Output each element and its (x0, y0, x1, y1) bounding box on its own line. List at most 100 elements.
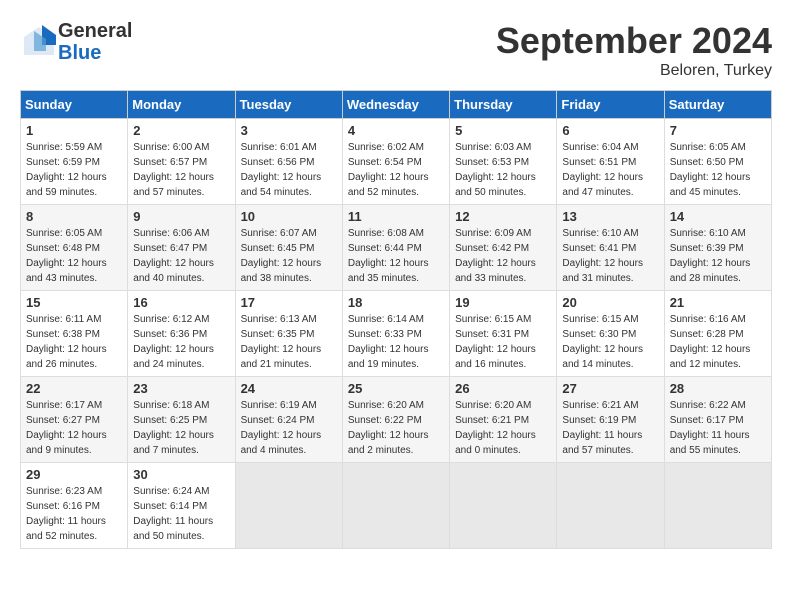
page-header: General Blue September 2024 Beloren, Tur… (20, 20, 772, 80)
table-cell: 13 Sunrise: 6:10 AM Sunset: 6:41 PM Dayli… (557, 205, 664, 291)
calendar-row: 15 Sunrise: 6:11 AM Sunset: 6:38 PM Dayli… (21, 291, 772, 377)
day-info: Sunrise: 6:22 AM Sunset: 6:17 PM Dayligh… (670, 398, 766, 458)
table-cell: 29 Sunrise: 6:23 AM Sunset: 6:16 PM Dayli… (21, 463, 128, 549)
col-saturday: Saturday (664, 91, 771, 119)
col-wednesday: Wednesday (342, 91, 449, 119)
day-number: 29 (26, 467, 122, 482)
calendar-row: 29 Sunrise: 6:23 AM Sunset: 6:16 PM Dayli… (21, 463, 772, 549)
day-info: Sunrise: 6:14 AM Sunset: 6:33 PM Dayligh… (348, 312, 444, 372)
day-number: 28 (670, 381, 766, 396)
table-cell: 10 Sunrise: 6:07 AM Sunset: 6:45 PM Dayli… (235, 205, 342, 291)
day-number: 26 (455, 381, 551, 396)
day-number: 12 (455, 209, 551, 224)
logo-blue: Blue (58, 42, 132, 64)
day-info: Sunrise: 6:17 AM Sunset: 6:27 PM Dayligh… (26, 398, 122, 458)
day-number: 15 (26, 295, 122, 310)
table-cell: 20 Sunrise: 6:15 AM Sunset: 6:30 PM Dayli… (557, 291, 664, 377)
col-thursday: Thursday (450, 91, 557, 119)
day-number: 3 (241, 123, 337, 138)
logo-text: General Blue (58, 20, 132, 64)
day-info: Sunrise: 6:08 AM Sunset: 6:44 PM Dayligh… (348, 226, 444, 286)
day-number: 20 (562, 295, 658, 310)
table-cell: 3 Sunrise: 6:01 AM Sunset: 6:56 PM Daylig… (235, 119, 342, 205)
day-number: 21 (670, 295, 766, 310)
table-cell: 12 Sunrise: 6:09 AM Sunset: 6:42 PM Dayli… (450, 205, 557, 291)
day-info: Sunrise: 6:03 AM Sunset: 6:53 PM Dayligh… (455, 140, 551, 200)
day-number: 22 (26, 381, 122, 396)
day-info: Sunrise: 6:05 AM Sunset: 6:50 PM Dayligh… (670, 140, 766, 200)
logo: General Blue (20, 20, 132, 64)
day-number: 1 (26, 123, 122, 138)
table-cell: 6 Sunrise: 6:04 AM Sunset: 6:51 PM Daylig… (557, 119, 664, 205)
table-cell (557, 463, 664, 549)
table-cell: 23 Sunrise: 6:18 AM Sunset: 6:25 PM Dayli… (128, 377, 235, 463)
table-cell: 22 Sunrise: 6:17 AM Sunset: 6:27 PM Dayli… (21, 377, 128, 463)
day-number: 25 (348, 381, 444, 396)
table-cell: 25 Sunrise: 6:20 AM Sunset: 6:22 PM Dayli… (342, 377, 449, 463)
day-number: 2 (133, 123, 229, 138)
day-info: Sunrise: 6:12 AM Sunset: 6:36 PM Dayligh… (133, 312, 229, 372)
day-number: 23 (133, 381, 229, 396)
table-cell: 7 Sunrise: 6:05 AM Sunset: 6:50 PM Daylig… (664, 119, 771, 205)
day-number: 9 (133, 209, 229, 224)
location: Beloren, Turkey (496, 62, 772, 80)
day-info: Sunrise: 6:15 AM Sunset: 6:31 PM Dayligh… (455, 312, 551, 372)
day-number: 24 (241, 381, 337, 396)
day-info: Sunrise: 5:59 AM Sunset: 6:59 PM Dayligh… (26, 140, 122, 200)
table-cell: 27 Sunrise: 6:21 AM Sunset: 6:19 PM Dayli… (557, 377, 664, 463)
day-number: 11 (348, 209, 444, 224)
day-number: 6 (562, 123, 658, 138)
day-number: 13 (562, 209, 658, 224)
day-number: 4 (348, 123, 444, 138)
day-info: Sunrise: 6:16 AM Sunset: 6:28 PM Dayligh… (670, 312, 766, 372)
table-cell (664, 463, 771, 549)
day-info: Sunrise: 6:21 AM Sunset: 6:19 PM Dayligh… (562, 398, 658, 458)
day-info: Sunrise: 6:13 AM Sunset: 6:35 PM Dayligh… (241, 312, 337, 372)
day-info: Sunrise: 6:23 AM Sunset: 6:16 PM Dayligh… (26, 484, 122, 544)
day-info: Sunrise: 6:18 AM Sunset: 6:25 PM Dayligh… (133, 398, 229, 458)
day-number: 30 (133, 467, 229, 482)
table-cell: 17 Sunrise: 6:13 AM Sunset: 6:35 PM Dayli… (235, 291, 342, 377)
day-number: 5 (455, 123, 551, 138)
day-info: Sunrise: 6:20 AM Sunset: 6:22 PM Dayligh… (348, 398, 444, 458)
day-info: Sunrise: 6:11 AM Sunset: 6:38 PM Dayligh… (26, 312, 122, 372)
month-title: September 2024 (496, 20, 772, 62)
day-number: 8 (26, 209, 122, 224)
day-number: 10 (241, 209, 337, 224)
calendar-row: 22 Sunrise: 6:17 AM Sunset: 6:27 PM Dayli… (21, 377, 772, 463)
day-number: 17 (241, 295, 337, 310)
day-number: 27 (562, 381, 658, 396)
day-number: 19 (455, 295, 551, 310)
day-info: Sunrise: 6:01 AM Sunset: 6:56 PM Dayligh… (241, 140, 337, 200)
day-info: Sunrise: 6:10 AM Sunset: 6:41 PM Dayligh… (562, 226, 658, 286)
table-cell: 21 Sunrise: 6:16 AM Sunset: 6:28 PM Dayli… (664, 291, 771, 377)
day-number: 18 (348, 295, 444, 310)
day-info: Sunrise: 6:10 AM Sunset: 6:39 PM Dayligh… (670, 226, 766, 286)
day-info: Sunrise: 6:24 AM Sunset: 6:14 PM Dayligh… (133, 484, 229, 544)
table-cell: 2Sunrise: 6:00 AM Sunset: 6:57 PM Daylig… (128, 119, 235, 205)
table-cell: 4 Sunrise: 6:02 AM Sunset: 6:54 PM Daylig… (342, 119, 449, 205)
calendar-table: Sunday Monday Tuesday Wednesday Thursday… (20, 90, 772, 549)
table-cell: 16Sunrise: 6:12 AM Sunset: 6:36 PM Dayli… (128, 291, 235, 377)
table-cell: 11 Sunrise: 6:08 AM Sunset: 6:44 PM Dayli… (342, 205, 449, 291)
table-cell: 9Sunrise: 6:06 AM Sunset: 6:47 PM Daylig… (128, 205, 235, 291)
table-cell (342, 463, 449, 549)
table-cell (450, 463, 557, 549)
day-number: 14 (670, 209, 766, 224)
logo-general: General (58, 20, 132, 42)
day-info: Sunrise: 6:09 AM Sunset: 6:42 PM Dayligh… (455, 226, 551, 286)
day-info: Sunrise: 6:19 AM Sunset: 6:24 PM Dayligh… (241, 398, 337, 458)
day-info: Sunrise: 6:15 AM Sunset: 6:30 PM Dayligh… (562, 312, 658, 372)
day-info: Sunrise: 6:04 AM Sunset: 6:51 PM Dayligh… (562, 140, 658, 200)
col-friday: Friday (557, 91, 664, 119)
table-cell (235, 463, 342, 549)
table-cell: 8Sunrise: 6:05 AM Sunset: 6:48 PM Daylig… (21, 205, 128, 291)
day-number: 7 (670, 123, 766, 138)
calendar-row: 8Sunrise: 6:05 AM Sunset: 6:48 PM Daylig… (21, 205, 772, 291)
header-row: Sunday Monday Tuesday Wednesday Thursday… (21, 91, 772, 119)
day-info: Sunrise: 6:02 AM Sunset: 6:54 PM Dayligh… (348, 140, 444, 200)
day-info: Sunrise: 6:07 AM Sunset: 6:45 PM Dayligh… (241, 226, 337, 286)
table-cell: 18 Sunrise: 6:14 AM Sunset: 6:33 PM Dayli… (342, 291, 449, 377)
col-sunday: Sunday (21, 91, 128, 119)
col-monday: Monday (128, 91, 235, 119)
